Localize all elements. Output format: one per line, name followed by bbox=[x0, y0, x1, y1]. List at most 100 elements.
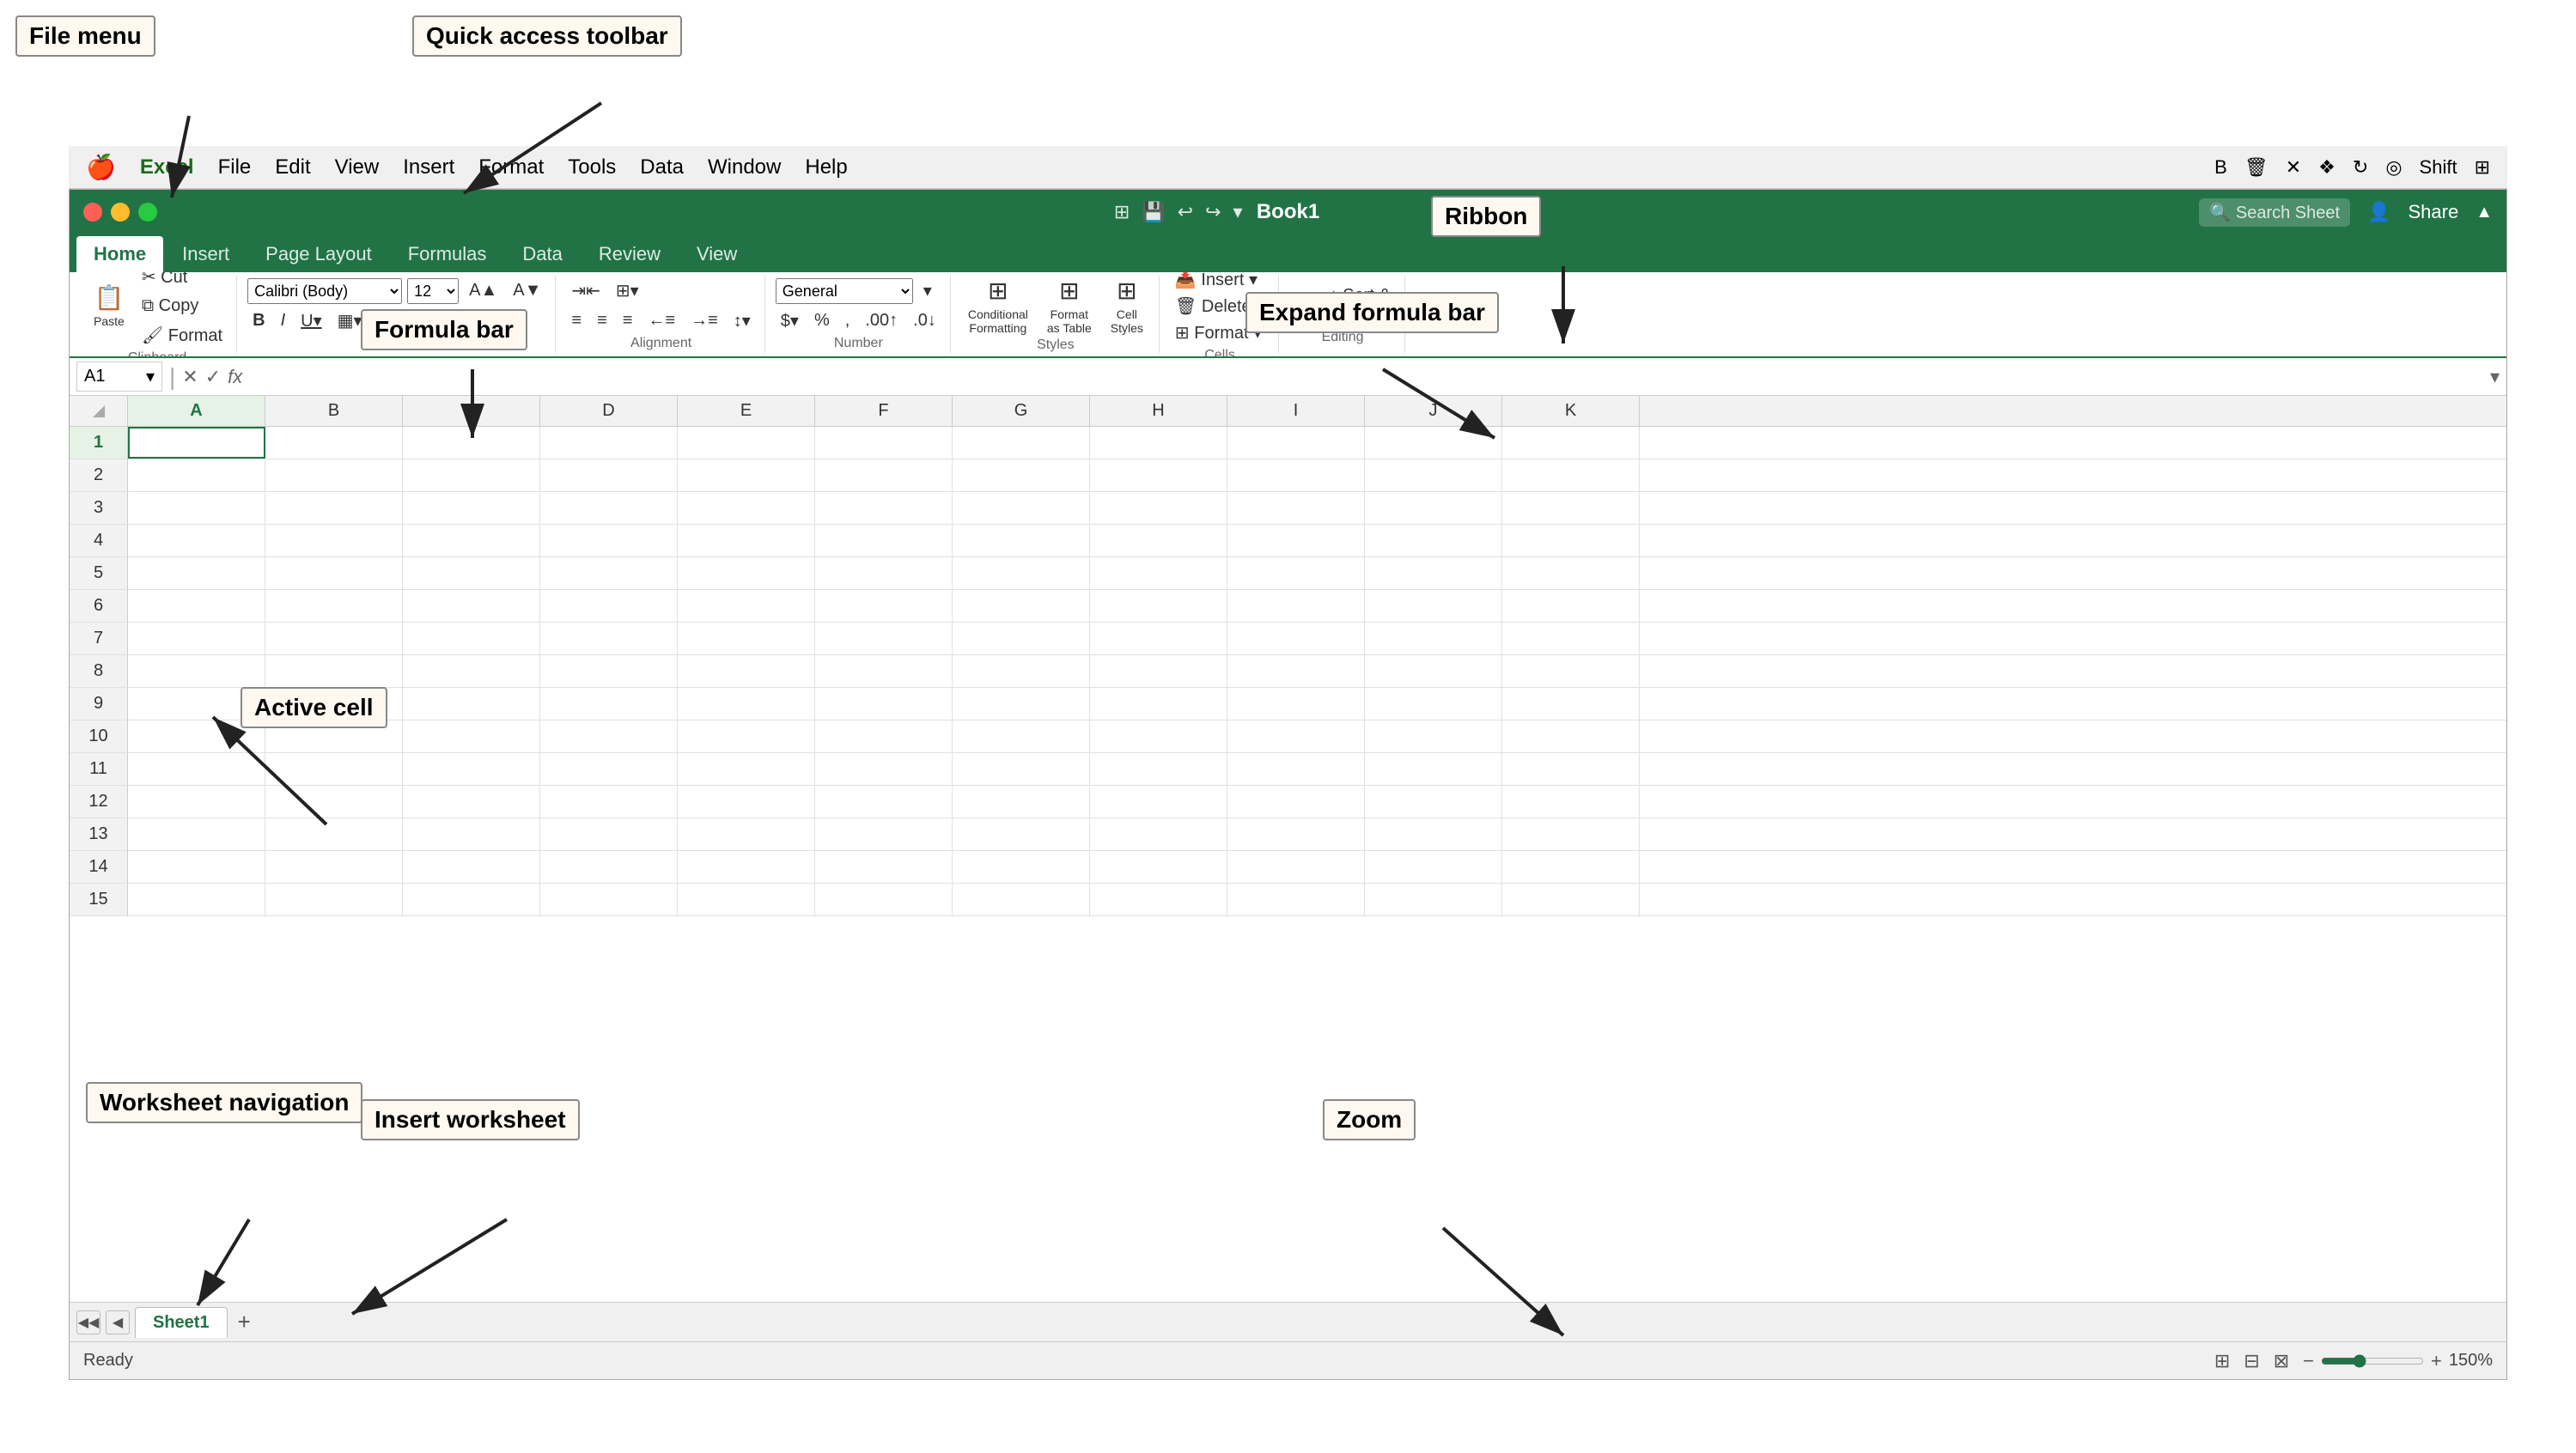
col-header-C[interactable]: C bbox=[403, 396, 540, 426]
row-header-7[interactable]: 7 bbox=[70, 623, 128, 654]
tab-formulas[interactable]: Formulas bbox=[391, 236, 504, 272]
tab-insert[interactable]: Insert bbox=[165, 236, 247, 272]
row-header-13[interactable]: 13 bbox=[70, 818, 128, 850]
percent-button[interactable]: % bbox=[809, 308, 835, 333]
name-box[interactable]: A1 ▾ bbox=[76, 362, 162, 392]
italic-button[interactable]: I bbox=[276, 308, 291, 333]
row-header-15[interactable]: 15 bbox=[70, 884, 128, 915]
minimize-button[interactable] bbox=[111, 203, 130, 222]
row-header-10[interactable]: 10 bbox=[70, 720, 128, 752]
bold-button[interactable]: B bbox=[247, 308, 270, 333]
row-header-6[interactable]: 6 bbox=[70, 590, 128, 622]
user-icon[interactable]: 👤 bbox=[2367, 201, 2390, 223]
page-break-view-button[interactable]: ⊠ bbox=[2274, 1350, 2289, 1372]
cell-styles-button[interactable]: ⊞ CellStyles bbox=[1104, 276, 1150, 336]
chevron-up-icon[interactable]: ▲ bbox=[2476, 203, 2493, 222]
tab-view[interactable]: View bbox=[679, 236, 754, 272]
format-painter-button[interactable]: 🖌 Format bbox=[137, 322, 228, 349]
increase-font-button[interactable]: A▲ bbox=[464, 278, 502, 303]
row-header-11[interactable]: 11 bbox=[70, 753, 128, 785]
sheet-nav-prev-button[interactable]: ◀ bbox=[106, 1310, 130, 1334]
col-header-G[interactable]: G bbox=[953, 396, 1090, 426]
conditional-formatting-button[interactable]: ⊞ ConditionalFormatting bbox=[961, 276, 1035, 336]
share-button[interactable]: Share bbox=[2408, 201, 2458, 223]
sheet-tab-sheet1[interactable]: Sheet1 bbox=[135, 1307, 228, 1338]
cell-F1[interactable] bbox=[815, 427, 953, 459]
dropdown-icon[interactable]: ▾ bbox=[1233, 201, 1243, 223]
col-header-D[interactable]: D bbox=[540, 396, 678, 426]
col-header-B[interactable]: B bbox=[265, 396, 403, 426]
col-header-J[interactable]: J bbox=[1365, 396, 1502, 426]
tab-review[interactable]: Review bbox=[582, 236, 678, 272]
row-header-4[interactable]: 4 bbox=[70, 525, 128, 556]
cell-B1[interactable] bbox=[265, 427, 403, 459]
zoom-slider[interactable] bbox=[2321, 1354, 2424, 1368]
tab-home[interactable]: Home bbox=[76, 236, 163, 272]
zoom-in-button[interactable]: + bbox=[2431, 1350, 2442, 1372]
cell-J1[interactable] bbox=[1365, 427, 1502, 459]
cell-I1[interactable] bbox=[1227, 427, 1365, 459]
row-header-3[interactable]: 3 bbox=[70, 492, 128, 524]
decrease-indent-button[interactable]: ←≡ bbox=[642, 308, 680, 333]
currency-button[interactable]: $▾ bbox=[776, 307, 804, 334]
sheet-nav-first-button[interactable]: ◀◀ bbox=[76, 1310, 100, 1334]
format-as-table-button[interactable]: ⊞ Formatas Table bbox=[1040, 276, 1099, 336]
file-menu[interactable]: File bbox=[218, 155, 252, 179]
comma-button[interactable]: , bbox=[840, 308, 856, 333]
expand-formula-bar-button[interactable]: ▾ bbox=[2490, 366, 2500, 388]
tools-menu[interactable]: Tools bbox=[568, 155, 616, 179]
row-header-5[interactable]: 5 bbox=[70, 557, 128, 589]
insert-cells-button[interactable]: 📥 Insert ▾ bbox=[1170, 272, 1263, 293]
cell-C1[interactable] bbox=[403, 427, 540, 459]
row-header-1[interactable]: 1 bbox=[70, 427, 128, 459]
search-box[interactable]: 🔍 Search Sheet bbox=[2199, 198, 2350, 227]
select-all-button[interactable] bbox=[70, 396, 128, 426]
paste-button[interactable]: 📋 Paste bbox=[87, 276, 131, 336]
close-button[interactable] bbox=[83, 203, 102, 222]
align-left-button[interactable]: ≡ bbox=[566, 308, 587, 333]
sidebar-icon[interactable]: ⊞ bbox=[1114, 201, 1130, 223]
row-header-14[interactable]: 14 bbox=[70, 851, 128, 883]
underline-button[interactable]: U▾ bbox=[295, 307, 326, 334]
wrap-text-button[interactable]: ⇥⇤ bbox=[566, 277, 606, 304]
data-menu[interactable]: Data bbox=[640, 155, 684, 179]
col-header-I[interactable]: I bbox=[1227, 396, 1365, 426]
row-header-2[interactable]: 2 bbox=[70, 459, 128, 491]
maximize-button[interactable] bbox=[138, 203, 157, 222]
zoom-out-button[interactable]: − bbox=[2303, 1350, 2314, 1372]
col-header-H[interactable]: H bbox=[1090, 396, 1227, 426]
row-header-9[interactable]: 9 bbox=[70, 688, 128, 720]
redo-icon[interactable]: ↪ bbox=[1205, 201, 1221, 223]
row-header-8[interactable]: 8 bbox=[70, 655, 128, 687]
page-layout-view-button[interactable]: ⊟ bbox=[2244, 1350, 2259, 1372]
normal-view-button[interactable]: ⊞ bbox=[2214, 1350, 2230, 1372]
text-direction-button[interactable]: ↕▾ bbox=[728, 307, 756, 334]
decrease-font-button[interactable]: A▼ bbox=[508, 278, 546, 303]
cut-button[interactable]: ✂ Cut bbox=[137, 272, 228, 290]
insert-menu[interactable]: Insert bbox=[403, 155, 454, 179]
cell-D1[interactable] bbox=[540, 427, 678, 459]
col-header-E[interactable]: E bbox=[678, 396, 815, 426]
font-family-select[interactable]: Calibri (Body) bbox=[247, 278, 402, 304]
help-menu[interactable]: Help bbox=[805, 155, 847, 179]
col-header-K[interactable]: K bbox=[1502, 396, 1640, 426]
tab-data[interactable]: Data bbox=[505, 236, 579, 272]
apple-menu[interactable]: 🍎 bbox=[86, 153, 116, 181]
confirm-icon[interactable]: ✓ bbox=[205, 366, 221, 388]
align-center-button[interactable]: ≡ bbox=[592, 308, 612, 333]
cell-K1[interactable] bbox=[1502, 427, 1640, 459]
cell-G1[interactable] bbox=[953, 427, 1090, 459]
increase-indent-button[interactable]: →≡ bbox=[685, 308, 723, 333]
align-right-button[interactable]: ≡ bbox=[618, 308, 638, 333]
font-size-select[interactable]: 12 bbox=[407, 278, 459, 304]
cancel-icon[interactable]: ✕ bbox=[182, 366, 198, 388]
cell-A2[interactable] bbox=[128, 459, 265, 491]
cell-H1[interactable] bbox=[1090, 427, 1227, 459]
edit-menu[interactable]: Edit bbox=[275, 155, 310, 179]
undo-icon[interactable]: ↩ bbox=[1178, 201, 1193, 223]
merge-button[interactable]: ⊞▾ bbox=[611, 277, 644, 304]
number-format-select[interactable]: General bbox=[776, 278, 913, 304]
number-format-more-button[interactable]: ▾ bbox=[918, 277, 937, 304]
view-menu[interactable]: View bbox=[335, 155, 380, 179]
formula-input[interactable] bbox=[249, 363, 2483, 390]
